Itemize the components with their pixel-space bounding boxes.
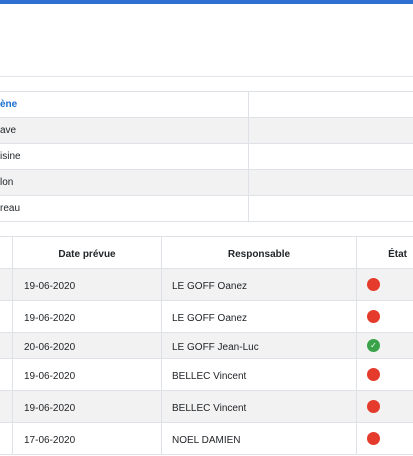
table-row[interactable]: 20-06-2020 LE GOFF Jean-Luc ✓ [0, 333, 413, 359]
zone-row[interactable]: isine [0, 144, 413, 170]
date-cell: 19-06-2020 [24, 403, 76, 414]
column-header-etat[interactable]: État [357, 237, 413, 268]
responsable-cell: LE GOFF Jean-Luc [172, 342, 259, 353]
date-cell: 19-06-2020 [24, 313, 76, 324]
zone-table: ène ave isine lon reau [0, 91, 413, 222]
date-cell: 20-06-2020 [24, 342, 76, 353]
table-row[interactable]: 19-06-2020 BELLEC Vincent [0, 391, 413, 423]
zone-row[interactable]: reau [0, 196, 413, 222]
column-header-date[interactable]: Date prévue [13, 237, 162, 268]
status-red-icon [367, 278, 380, 291]
top-accent-bar [0, 0, 413, 4]
table-row[interactable]: 19-06-2020 BELLEC Vincent [0, 359, 413, 391]
status-check-icon: ✓ [367, 339, 380, 352]
table-row[interactable]: 17-06-2020 NOEL DAMIEN [0, 423, 413, 455]
responsable-cell: NOEL DAMIEN [172, 435, 241, 446]
status-red-icon [367, 310, 380, 323]
zone-name: isine [0, 144, 249, 169]
status-red-icon [367, 368, 380, 381]
responsable-cell: BELLEC Vincent [172, 403, 247, 414]
table-row[interactable]: 19-06-2020 LE GOFF Oanez [0, 301, 413, 333]
date-cell: 17-06-2020 [24, 435, 76, 446]
table-row[interactable]: 19-06-2020 LE GOFF Oanez [0, 269, 413, 301]
date-cell: 19-06-2020 [24, 371, 76, 382]
status-red-icon [367, 432, 380, 445]
zone-column-header: ène [0, 92, 249, 117]
zone-name: ave [0, 118, 249, 143]
zone-row[interactable]: lon [0, 170, 413, 196]
zone-table-header: ène [0, 92, 413, 118]
column-header-responsable[interactable]: Responsable [162, 237, 357, 268]
header-divider [0, 76, 413, 77]
status-red-icon [367, 400, 380, 413]
responsable-cell: BELLEC Vincent [172, 371, 247, 382]
task-table: Date prévue Responsable État 19-06-2020 … [0, 236, 413, 455]
zone-name: lon [0, 170, 249, 195]
zone-empty-column [249, 92, 413, 117]
zone-row[interactable]: ave [0, 118, 413, 144]
responsable-cell: LE GOFF Oanez [172, 281, 248, 292]
zone-name: reau [0, 196, 249, 221]
task-table-header: Date prévue Responsable État [0, 237, 413, 269]
date-cell: 19-06-2020 [24, 281, 76, 292]
responsable-cell: LE GOFF Oanez [172, 313, 248, 324]
